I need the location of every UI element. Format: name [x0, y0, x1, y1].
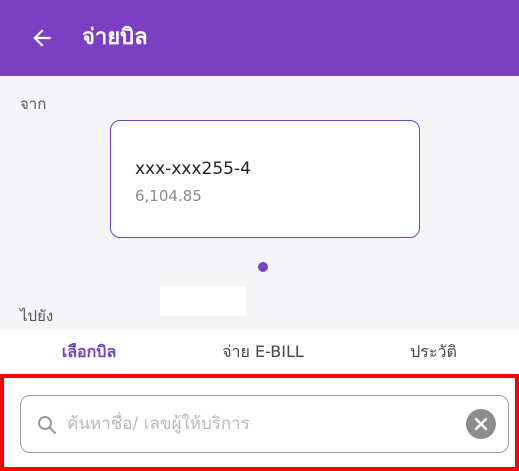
- arrow-left-icon: [33, 29, 51, 47]
- search-field[interactable]: [20, 395, 509, 453]
- account-balance: 6,104.85: [135, 187, 202, 205]
- pay-bill-screen: จ่ายบิล จาก xxx-xxx255-4 6,104.85 ไปยัง …: [0, 0, 519, 471]
- app-header: จ่ายบิล: [0, 0, 519, 76]
- search-icon: [38, 416, 56, 434]
- tab-history[interactable]: ประวัติ: [348, 330, 519, 374]
- clear-icon: [474, 417, 488, 431]
- page-title: จ่ายบิล: [82, 25, 148, 50]
- search-input[interactable]: [67, 404, 447, 444]
- from-label: จาก: [20, 95, 47, 113]
- blank-area: [160, 286, 246, 316]
- clear-button[interactable]: [466, 409, 496, 439]
- back-button[interactable]: [26, 22, 58, 54]
- tab-pay-ebill[interactable]: จ่าย E-BILL: [178, 330, 348, 374]
- carousel-indicator-dot: [258, 262, 268, 272]
- tab-select-bill[interactable]: เลือกบิล: [0, 330, 178, 374]
- account-number: xxx-xxx255-4: [135, 159, 251, 179]
- source-account-card[interactable]: xxx-xxx255-4 6,104.85: [110, 120, 420, 238]
- to-label: ไปยัง: [20, 307, 54, 325]
